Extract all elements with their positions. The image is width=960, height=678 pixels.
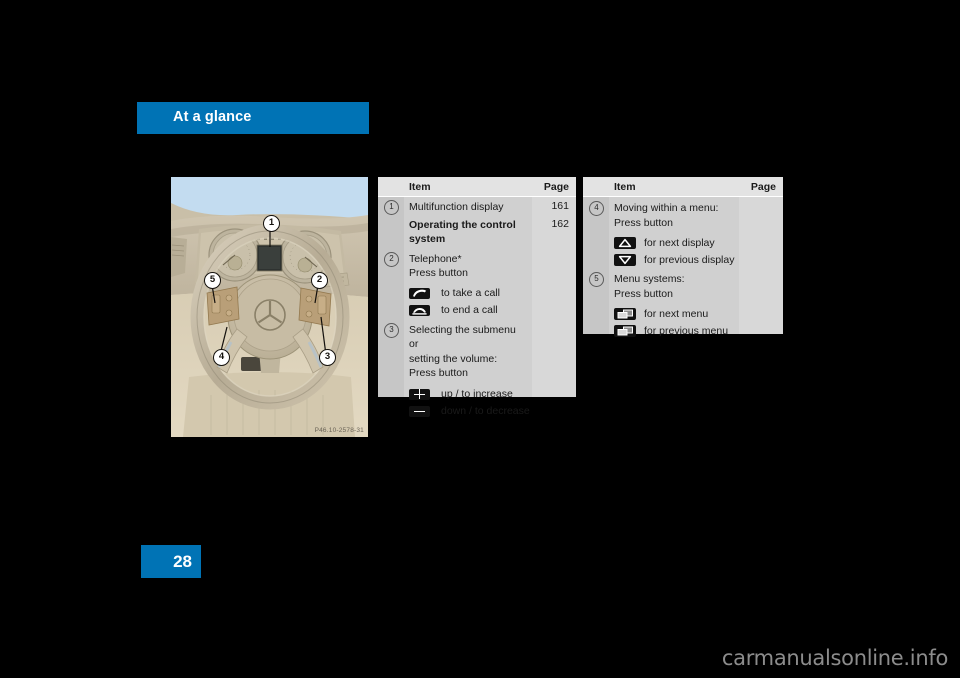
row-marker: 5 — [589, 272, 604, 287]
icon-label: up / to increase — [441, 388, 513, 400]
icon-row: for next display — [614, 234, 783, 251]
row-text-line: Press button — [614, 216, 673, 229]
table-left-body: 1 Multifunction display 161 Operating th… — [378, 197, 576, 417]
table-left-header: Item Page — [378, 177, 576, 197]
header-item-label: Item — [614, 181, 636, 193]
callout-4: 4 — [213, 349, 230, 366]
row-text-line: Menu systems: — [614, 273, 685, 285]
table-row: 3 Selecting the submenu or setting the v… — [378, 319, 576, 420]
section-header-bar: At a glance — [137, 102, 369, 134]
row-text-line: Moving within a menu: — [614, 202, 719, 214]
icon-row: down / to decrease — [409, 403, 576, 420]
row-text-line: Telephone* — [409, 252, 462, 265]
icon-row: for next menu — [614, 305, 783, 322]
watermark: carmanualsonline.info — [721, 646, 948, 670]
arrow-up-button-icon — [614, 236, 636, 249]
row-text-line: system — [409, 233, 446, 245]
icon-row: for previous display — [614, 251, 783, 268]
row-text-line: Press button — [409, 367, 468, 379]
icon-label: to end a call — [441, 304, 498, 316]
header-item-label: Item — [409, 181, 431, 193]
table-row: 4 Moving within a menu: Press button for… — [583, 197, 783, 268]
icon-row: to end a call — [409, 302, 576, 319]
row-text-line: Multifunction display — [409, 201, 504, 213]
phone-end-call-icon — [409, 304, 430, 316]
row-page-number: 161 — [551, 200, 569, 212]
page-number: 28 — [173, 552, 192, 571]
figure-code: P46.10-2578-31 — [314, 427, 364, 434]
table-right: Item Page 4 Moving within a menu: Press … — [583, 177, 783, 337]
header-page-label: Page — [750, 181, 776, 193]
icon-label: for next display — [644, 236, 715, 249]
row-text-line: Selecting the submenu or — [409, 323, 516, 351]
callout-1: 1 — [263, 215, 280, 232]
icon-label: to take a call — [441, 287, 500, 299]
callout-5: 5 — [204, 272, 221, 289]
previous-menu-button-icon — [614, 324, 636, 337]
row-page-number: 162 — [551, 217, 569, 230]
table-row: 5 Menu systems: Press button for next me… — [583, 268, 783, 339]
table-right-body: 4 Moving within a menu: Press button for… — [583, 197, 783, 337]
callout-3: 3 — [319, 349, 336, 366]
header-page-label: Page — [543, 181, 569, 193]
plus-button-icon — [409, 388, 430, 400]
table-row: 1 Multifunction display 161 — [378, 197, 576, 215]
icon-label: for next menu — [644, 307, 709, 320]
icon-row: up / to increase — [409, 386, 576, 403]
row-marker: 4 — [589, 201, 604, 216]
table-right-header: Item Page — [583, 177, 783, 197]
next-menu-button-icon — [614, 307, 636, 320]
row-marker: 1 — [384, 200, 399, 215]
arrow-down-button-icon — [614, 253, 636, 266]
page-title: At a glance — [173, 109, 252, 125]
icon-row: for previous menu — [614, 322, 783, 339]
steering-wheel-photo: 1 5 2 4 3 P46.10-2578-31 — [171, 177, 368, 437]
icon-label: for previous menu — [644, 324, 729, 337]
page-number-tab: 28 — [141, 545, 201, 578]
table-row: 2 Telephone* Press button to take a call — [378, 247, 576, 319]
callout-2: 2 — [311, 272, 328, 289]
row-text-line: setting the volume: — [409, 352, 498, 365]
row-marker: 3 — [384, 322, 399, 338]
row-text-line: Press button — [614, 287, 673, 300]
row-marker: 2 — [384, 251, 399, 267]
minus-button-icon — [409, 405, 430, 417]
icon-label: down / to decrease — [441, 405, 530, 417]
row-text-line: Operating the control — [409, 218, 516, 231]
icon-row: to take a call — [409, 285, 576, 302]
icon-label: for previous display — [644, 253, 735, 266]
phone-take-call-icon — [409, 287, 430, 299]
row-text-line: Press button — [409, 267, 468, 279]
table-row: Operating the control system 162 — [378, 215, 576, 247]
table-left: Item Page 1 Multifunction display 161 Op… — [378, 177, 576, 417]
